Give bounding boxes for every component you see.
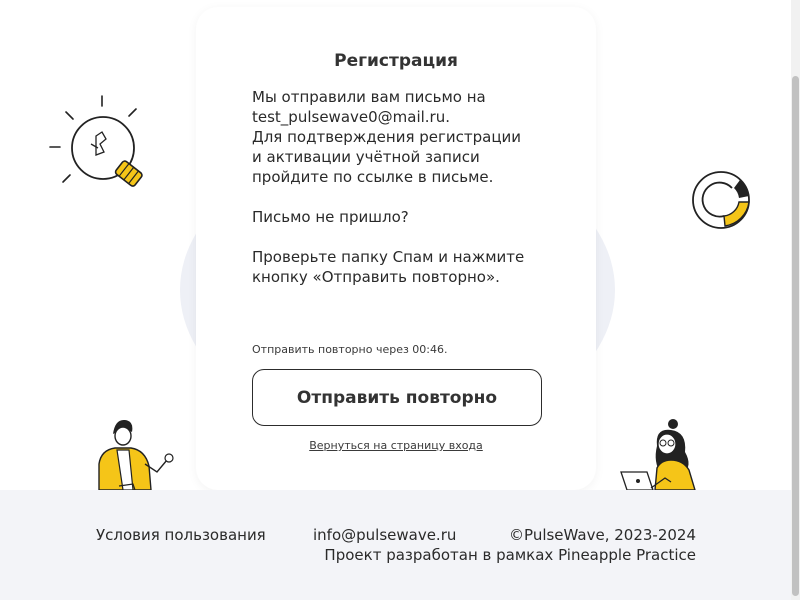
spam-hint-line: Проверьте папку Спам и нажмите bbox=[252, 248, 525, 266]
message-line: и активации учётной записи bbox=[252, 148, 480, 166]
loading-ring-icon bbox=[692, 171, 750, 229]
scrollbar-thumb[interactable] bbox=[792, 76, 799, 596]
footer: Условия пользования info@pulsewave.ru ©P… bbox=[0, 490, 791, 600]
project-note: Проект разработан в рамках Pineapple Pra… bbox=[324, 546, 696, 564]
message-line: пройдите по ссылке в письме. bbox=[252, 168, 494, 186]
lightbulb-icon bbox=[49, 95, 143, 187]
card-title: Регистрация bbox=[334, 51, 458, 71]
card-message: Мы отправили вам письмо на test_pulsewav… bbox=[252, 87, 552, 307]
terms-link[interactable]: Условия пользования bbox=[96, 526, 266, 544]
man-illustration bbox=[98, 419, 174, 491]
not-received-text: Письмо не пришло? bbox=[252, 207, 552, 227]
email-link[interactable]: info@pulsewave.ru bbox=[313, 526, 456, 544]
message-line: Мы отправили вам письмо на bbox=[252, 88, 486, 106]
resend-timer: Отправить повторно через 00:46. bbox=[252, 343, 448, 356]
message-line: Для подтверждения регистрации bbox=[252, 128, 522, 146]
back-to-login-link[interactable]: Вернуться на страницу входа bbox=[196, 439, 596, 452]
message-line-email: test_pulsewave0@mail.ru. bbox=[252, 108, 451, 126]
spam-hint-line: кнопку «Отправить повторно». bbox=[252, 268, 500, 286]
copyright: ©PulseWave, 2023-2024 bbox=[509, 526, 696, 544]
confirmation-message: Мы отправили вам письмо на test_pulsewav… bbox=[252, 87, 552, 187]
scrollbar-track[interactable] bbox=[791, 0, 800, 600]
not-received-line: Письмо не пришло? bbox=[252, 208, 409, 226]
resend-button[interactable]: Отправить повторно bbox=[252, 369, 542, 426]
spam-hint: Проверьте папку Спам и нажмите кнопку «О… bbox=[252, 247, 552, 287]
registration-card: Регистрация Мы отправили вам письмо на t… bbox=[196, 7, 596, 490]
woman-laptop-illustration bbox=[620, 419, 696, 491]
